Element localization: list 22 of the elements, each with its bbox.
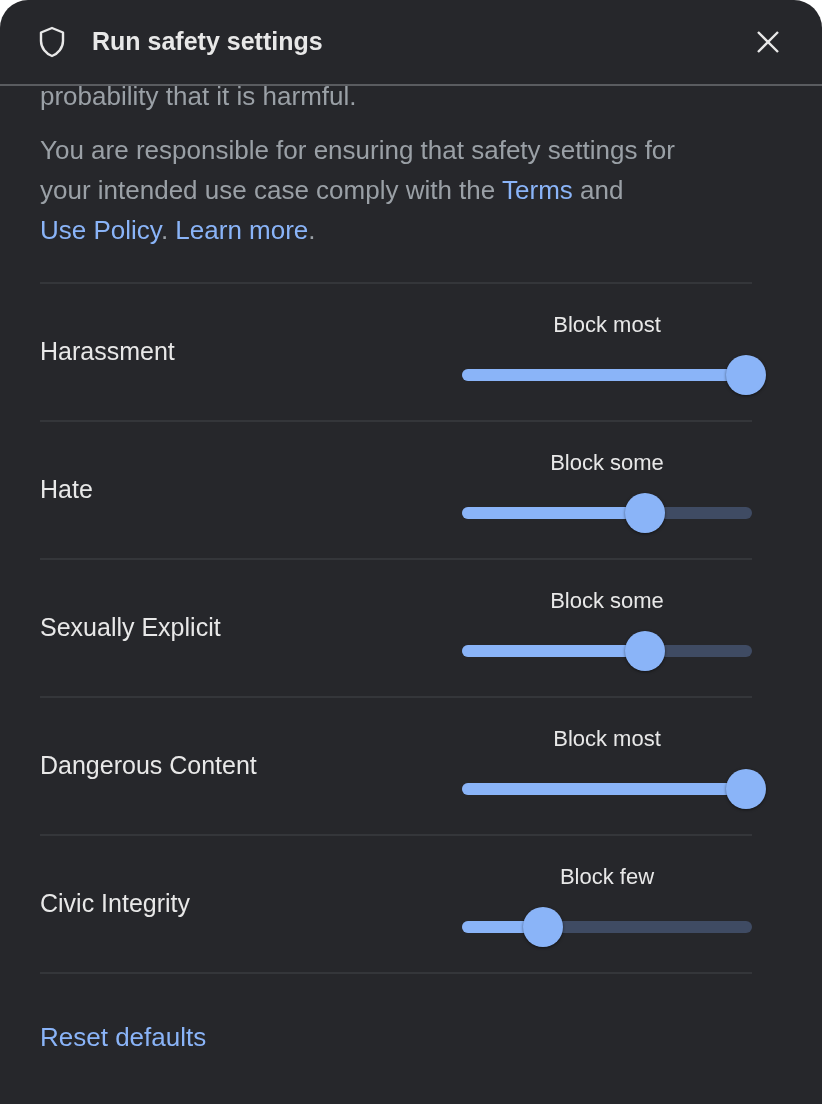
slider-value: Block some <box>549 448 665 477</box>
category-label: Dangerous Content <box>40 750 257 782</box>
slider-fill[interactable] <box>462 492 665 533</box>
link[interactable]: Terms <box>502 175 573 205</box>
close-icon <box>756 30 780 54</box>
slider-fill[interactable] <box>462 906 564 947</box>
link[interactable]: Learn more <box>175 215 309 245</box>
slider-fill[interactable] <box>462 630 665 671</box>
category-label: Harassment <box>40 336 175 368</box>
category-label: Civic Integrity <box>40 888 191 920</box>
slider-value: Block some <box>549 586 665 615</box>
slider-value: Block most <box>552 310 662 339</box>
category-label: Sexually Explicit <box>40 612 221 644</box>
slider-value: Block few <box>558 862 656 891</box>
link[interactable]: Use Policy <box>40 215 161 245</box>
notice-text: You are responsible for ensuring that safety settings for your intended use case comply with the Terms and Use Policy. Learn more. <box>40 134 676 247</box>
description-text: probability that it is harmful. <box>40 80 358 113</box>
reset-button[interactable]: Reset defaults <box>40 1018 207 1057</box>
shield-icon <box>38 26 66 58</box>
slider-value: Block most <box>552 724 662 753</box>
category-label: Hate <box>40 474 93 506</box>
dialog-title: Run safety settings <box>92 26 323 58</box>
